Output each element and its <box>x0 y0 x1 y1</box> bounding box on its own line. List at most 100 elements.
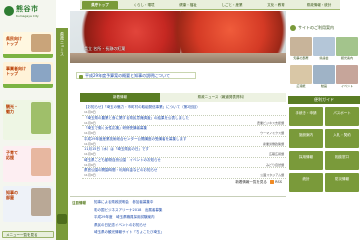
tab-living[interactable]: くらし・環境 <box>126 1 162 9</box>
vertical-bar-label: 県政ニュース <box>60 32 65 56</box>
news-dept: 農業ビジネス支援課 <box>256 120 284 125</box>
thumb-governor[interactable]: 知事の部屋 <box>290 37 312 63</box>
list-item[interactable]: 11月15日（水）は「埼玉県民の日」です 11月9日 広聴広報課 <box>82 147 286 158</box>
menu-list-link[interactable]: メニュー一覧を見る <box>2 231 54 238</box>
news-tabs: 新着情報 県政ニュース（報道発表資料） <box>80 93 286 102</box>
thumb-video[interactable]: 動画 <box>313 65 335 91</box>
guide-procedures[interactable]: 手続き・申請 <box>289 107 323 126</box>
list-item[interactable]: 平成29年度 埼玉県職員採用試験案内 <box>94 214 284 222</box>
tab-business[interactable]: しごと・産業 <box>214 1 250 9</box>
featured-heading: 注目情報 <box>72 201 86 205</box>
news-date: 11月9日 <box>84 120 96 125</box>
tile-governor[interactable]: 知事の 部屋 <box>3 186 53 222</box>
list-item[interactable]: 【お知らせ】「埼玉の魅力・市町村の取組発信事業」について（第2回目） 11月9日 <box>82 105 286 116</box>
site-guide-label: サイトのご利用案内 <box>298 25 334 30</box>
guide-recruit[interactable]: 採用情報 <box>289 151 323 170</box>
left-sidebar: 熊谷市 Kumagaya City 県民向け トップ 事業者向け トップ 観光・… <box>0 0 56 240</box>
thumb-photo <box>336 37 358 56</box>
tile-resident-top[interactable]: 県民向け トップ <box>3 32 53 58</box>
news-more-label: 新着情報一覧を見る <box>235 180 267 184</box>
guide-heading: 便利ガイド <box>288 96 360 104</box>
guide-bidding[interactable]: 入札・契約 <box>325 129 359 148</box>
hero-image: 県立 名所・長瀞の紅葉 <box>70 11 286 63</box>
thumb-photo <box>313 37 335 56</box>
news-date: 11月9日 <box>84 110 96 114</box>
tab-prefecture-info[interactable]: 県政情報・統計 <box>300 1 338 9</box>
list-item[interactable]: 彩の国ビジネスアリーナ2018 出展者募集 <box>94 207 284 215</box>
tile-business-top[interactable]: 事業者向け トップ <box>3 62 53 88</box>
list-item[interactable]: 知事による県政説明会 参加者募集中 <box>94 199 284 207</box>
list-item[interactable]: 平成29年度産業技術総合センター公開講座の受講者を募集します 11月9日 産業労… <box>82 137 286 147</box>
guide-statistics[interactable]: 統計 <box>289 173 323 192</box>
news-title: 埼玉県こども動物自然公園 イベントのお知らせ <box>84 157 161 162</box>
thumb-label: 動画 <box>320 84 327 88</box>
thumb-events[interactable]: イベント <box>336 65 358 91</box>
global-nav: 県庁トップ くらし・環境 健康・福祉 しごと・産業 文化・教育 県政情報・統計 <box>80 0 340 10</box>
list-item[interactable]: 県民の日記念イベントのお知らせ <box>94 222 284 230</box>
tab-health[interactable]: 健康・福祉 <box>170 1 206 9</box>
thumb-photo <box>313 65 335 84</box>
tile-childcare[interactable]: 子育て 応援 <box>3 146 53 182</box>
thumb-photo <box>336 65 358 84</box>
site-tagline: Kumagaya City <box>16 14 39 18</box>
tab-new-info[interactable]: 新着情報 <box>80 93 160 102</box>
guide-consultation[interactable]: 相談窓口 <box>325 151 359 170</box>
notice-text: 平成29年度予算案の概要と知事の説明について <box>85 73 170 78</box>
news-dept: みどり自然課 <box>265 162 284 167</box>
tile-photo <box>31 102 51 134</box>
list-item[interactable]: 県営公園の開園時間・利用料金などのお知らせ 11月9日 公園スタジアム課 <box>82 168 286 179</box>
tile-bar <box>3 84 53 88</box>
notice-link[interactable]: 平成29年度予算案の概要と知事の説明について <box>76 72 196 79</box>
news-dept: ウーマノミクス課 <box>260 131 284 135</box>
thumb-label: 観光案内 <box>340 56 353 60</box>
right-sidebar: サイトのご利用案内 知事の部屋 県議会 観光案内 広報紙 動画 イベント 便利ガ… <box>288 11 360 240</box>
tab-top[interactable]: 県庁トップ <box>82 1 118 9</box>
thumb-label: 広報紙 <box>296 84 306 88</box>
thumb-label: 知事の部屋 <box>293 56 309 60</box>
list-item[interactable]: 「埼玉県の農業と食に関する県民意識調査」の結果を公表しました 11月9日 農業ビ… <box>82 116 286 126</box>
site-name: 熊谷市 <box>16 5 39 13</box>
tile-label: 観光・ 魅力 <box>6 104 18 114</box>
tile-label: 事業者向け トップ <box>6 66 26 76</box>
thumb-tourism[interactable]: 観光案内 <box>336 37 358 63</box>
thumb-photo <box>290 65 312 84</box>
tile-photo <box>31 34 51 52</box>
hero-caption: 県立 名所・長瀞の紅葉 <box>84 46 126 51</box>
tile-tourism[interactable]: 観光・ 魅力 <box>3 100 53 140</box>
thumb-label: 県議会 <box>319 56 329 60</box>
site-logo[interactable]: 熊谷市 Kumagaya City <box>2 2 54 28</box>
news-dept: 公園スタジアム課 <box>260 173 284 177</box>
tile-photo <box>31 148 51 176</box>
tile-bar <box>3 54 53 58</box>
prefecture-emblem-icon <box>4 6 14 16</box>
tab-culture[interactable]: 文化・教育 <box>258 1 294 9</box>
rss-icon[interactable] <box>269 180 274 184</box>
vertical-bar-button[interactable] <box>57 214 67 224</box>
news-date: 11月9日 <box>84 162 96 167</box>
thumb-assembly[interactable]: 県議会 <box>313 37 335 63</box>
thumb-photo <box>290 37 312 56</box>
vertical-news-bar: 県政ニュース <box>56 28 68 240</box>
info-icon <box>290 25 296 31</box>
news-panel: 新着情報 県政ニュース（報道発表資料） 【お知らせ】「埼玉の魅力・市町村の取組発… <box>80 93 286 191</box>
notice-bullet-icon <box>79 74 83 79</box>
news-more-link[interactable]: 新着情報一覧を見る RSS <box>235 180 282 185</box>
news-date: 11月9日 <box>84 131 96 135</box>
news-dept: 広聴広報課 <box>268 152 284 156</box>
guide-passport[interactable]: パスポート <box>325 107 359 126</box>
news-list: 【お知らせ】「埼玉の魅力・市町村の取組発信事業」について（第2回目） 11月9日… <box>82 105 286 179</box>
thumb-pr[interactable]: 広報紙 <box>290 65 312 91</box>
news-title: 「埼玉で働く女性応援」研修受講者募集 <box>84 126 147 130</box>
list-item[interactable]: 埼玉県の観光情報サイト「ちょこたび埼玉」 <box>94 229 284 237</box>
news-title: 【お知らせ】「埼玉の魅力・市町村の取組発信事業」について（第2回目） <box>84 105 200 109</box>
news-title: 11月15日（水）は「埼玉県民の日」です <box>84 147 149 151</box>
rss-label[interactable]: RSS <box>275 180 282 184</box>
tile-label: 県民向け トップ <box>6 36 22 46</box>
site-guide-link[interactable]: サイトのご利用案内 <box>290 23 346 32</box>
tab-press-releases[interactable]: 県政ニュース（報道発表資料） <box>162 93 282 102</box>
news-dept: 産業労働政策課 <box>262 141 284 146</box>
guide-facilities[interactable]: 施設案内 <box>289 129 323 148</box>
list-item[interactable]: 埼玉県こども動物自然公園 イベントのお知らせ 11月9日 みどり自然課 <box>82 157 286 168</box>
guide-disaster[interactable]: 防災情報 <box>325 173 359 192</box>
list-item[interactable]: 「埼玉で働く女性応援」研修受講者募集 11月9日 ウーマノミクス課 <box>82 126 286 137</box>
